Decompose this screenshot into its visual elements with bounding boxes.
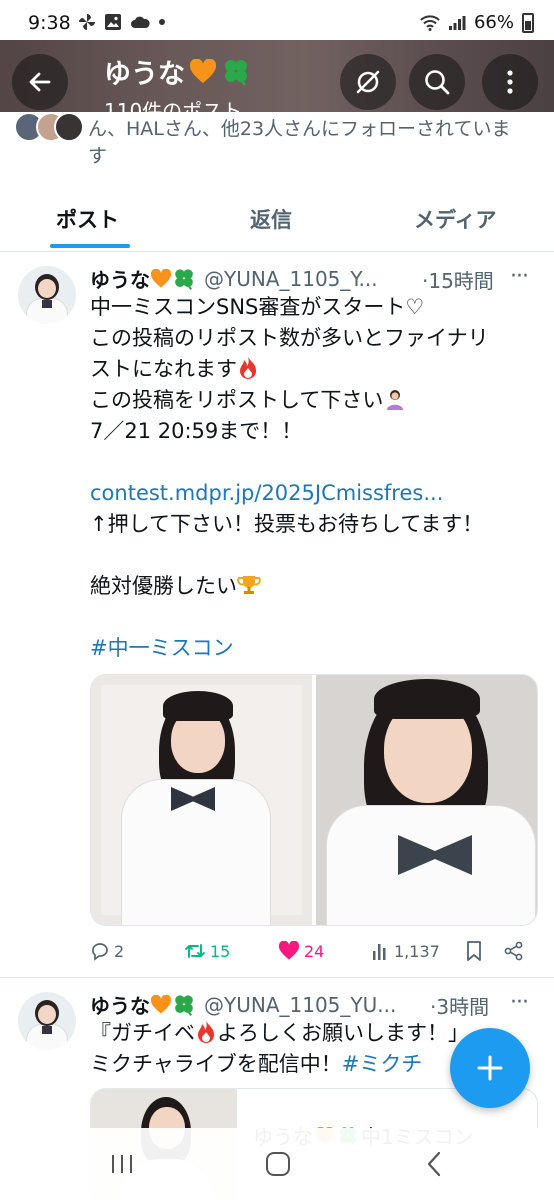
tweet-line: 7／21 20:59まで！！ bbox=[90, 419, 303, 443]
four-leaf-clover-icon bbox=[175, 268, 193, 290]
tweet-hashtag[interactable]: #ミクチ bbox=[342, 1052, 423, 1076]
tweet-line: この投稿をリポストして下さい bbox=[90, 385, 538, 416]
dot-icon bbox=[159, 19, 165, 25]
tweet-more-button[interactable]: ··· bbox=[510, 990, 529, 1015]
reply-icon bbox=[92, 943, 108, 961]
wifi-icon bbox=[420, 14, 440, 31]
tweet-time[interactable]: ·15時間 bbox=[422, 265, 494, 294]
tweet-hashtag[interactable]: #中一ミスコン bbox=[90, 633, 538, 664]
tweet-time[interactable]: ·3時間 bbox=[430, 991, 489, 1020]
system-navigation-bar bbox=[0, 1128, 554, 1200]
recent-apps-button[interactable] bbox=[102, 1146, 142, 1182]
profile-header: ゆうな 110件のポスト bbox=[0, 40, 554, 122]
back-button[interactable] bbox=[12, 54, 68, 110]
signal-icon bbox=[448, 15, 466, 30]
follower-avatars bbox=[14, 112, 84, 144]
tweet-author-handle[interactable]: @YUNA_1105_YU... bbox=[204, 993, 396, 1017]
status-bar: 9:38 66% bbox=[0, 0, 554, 44]
repost-count: 15 bbox=[210, 941, 231, 961]
tweet-author-handle[interactable]: @YUNA_1105_Y... bbox=[204, 267, 378, 291]
tweet-line: この投稿のリポスト数が多いとファイナリ bbox=[90, 326, 489, 350]
trophy-icon bbox=[237, 576, 261, 594]
views-button[interactable]: 1,137 bbox=[372, 941, 440, 961]
person-bowing-icon bbox=[387, 390, 404, 410]
repost-icon bbox=[185, 944, 205, 958]
tweet-link[interactable]: contest.mdpr.jp/2025JCmissfres... bbox=[90, 478, 538, 509]
profile-name: ゆうな bbox=[104, 59, 185, 90]
tweet-line: 絶対優勝したい bbox=[90, 571, 538, 602]
status-right: 66% bbox=[420, 12, 534, 33]
battery-percent: 66% bbox=[473, 12, 514, 33]
search-icon bbox=[425, 70, 450, 95]
orange-heart-icon bbox=[150, 268, 172, 287]
tweet-header: ゆうな @YUNA_1105_YU... bbox=[90, 990, 396, 1019]
fire-icon bbox=[198, 1021, 214, 1043]
reply-button[interactable]: 2 bbox=[90, 941, 124, 961]
home-button[interactable] bbox=[258, 1146, 298, 1182]
follower-avatar bbox=[54, 112, 84, 142]
avatar[interactable] bbox=[18, 266, 76, 324]
share-button[interactable] bbox=[504, 941, 524, 961]
tweet-line: ↑押して下さい！投票もお待ちしてます！ bbox=[90, 512, 484, 536]
arrow-left-icon bbox=[29, 72, 51, 92]
tweet-actions: 2 15 24 1,137 bbox=[90, 936, 530, 966]
notifications-off-button[interactable] bbox=[340, 54, 396, 110]
tweet[interactable]: ゆうな @YUNA_1105_Y... ·15時間 ··· 中一ミスコンSNS審… bbox=[0, 252, 554, 978]
fire-icon bbox=[240, 357, 256, 379]
active-tab-indicator bbox=[50, 244, 130, 248]
bookmark-button[interactable] bbox=[466, 941, 482, 961]
no-signal-icon bbox=[356, 70, 380, 94]
four-leaf-clover-icon bbox=[225, 59, 247, 86]
tab-replies[interactable]: 返信 bbox=[250, 204, 292, 234]
like-button[interactable]: 24 bbox=[278, 941, 324, 961]
chevron-left-icon bbox=[427, 1151, 441, 1177]
recent-apps-icon bbox=[112, 1155, 132, 1173]
tweet-photo-2[interactable] bbox=[316, 675, 537, 925]
tweet-header: ゆうな @YUNA_1105_Y... bbox=[90, 264, 378, 293]
status-time: 9:38 bbox=[28, 12, 71, 34]
repost-button[interactable]: 15 bbox=[184, 941, 230, 961]
tweet-photo-1[interactable] bbox=[91, 675, 312, 925]
tweet-more-button[interactable]: ··· bbox=[510, 264, 529, 289]
bookmark-icon bbox=[467, 941, 481, 961]
tweet-line: ストになれます bbox=[90, 354, 538, 385]
tweet-media[interactable] bbox=[90, 674, 538, 926]
cloud-icon bbox=[131, 16, 150, 28]
avatar[interactable] bbox=[18, 992, 76, 1050]
profile-tabs: ポスト 返信 メディア bbox=[0, 180, 554, 252]
compose-post-button[interactable] bbox=[450, 1028, 530, 1108]
home-icon bbox=[266, 1152, 290, 1176]
views-count: 1,137 bbox=[394, 941, 440, 961]
system-back-button[interactable] bbox=[414, 1146, 454, 1182]
tweet-author-name[interactable]: ゆうな bbox=[90, 990, 150, 1019]
views-icon bbox=[373, 944, 386, 960]
followed-by-row[interactable]: ん、HALさん、他23人さんにフォローされていま す bbox=[0, 112, 554, 172]
tab-posts[interactable]: ポスト bbox=[56, 204, 119, 234]
pinwheel-icon bbox=[79, 14, 95, 30]
more-options-button[interactable] bbox=[482, 54, 538, 110]
four-leaf-clover-icon bbox=[175, 994, 193, 1016]
plus-icon bbox=[477, 1055, 503, 1081]
tweet-line: 中一ミスコンSNS審査がスタート♡ bbox=[90, 295, 425, 319]
tab-media[interactable]: メディア bbox=[414, 204, 497, 234]
battery-icon bbox=[522, 12, 534, 33]
heart-icon bbox=[278, 941, 300, 960]
orange-heart-icon bbox=[189, 58, 217, 83]
followed-by-text: ん、HALさん、他23人さんにフォローされていま す bbox=[88, 118, 511, 167]
reply-count: 2 bbox=[114, 941, 125, 961]
search-button[interactable] bbox=[409, 54, 465, 110]
tweet-author-name[interactable]: ゆうな bbox=[90, 264, 150, 293]
profile-title: ゆうな bbox=[104, 52, 251, 91]
tweet-text: 中一ミスコンSNS審査がスタート♡ この投稿のリポスト数が多いとファイナリ スト… bbox=[90, 292, 538, 664]
share-icon bbox=[504, 941, 523, 961]
orange-heart-icon bbox=[150, 994, 172, 1013]
like-count: 24 bbox=[304, 941, 325, 961]
status-icons bbox=[78, 13, 166, 31]
more-vertical-icon bbox=[507, 70, 513, 94]
gallery-icon bbox=[105, 14, 121, 30]
